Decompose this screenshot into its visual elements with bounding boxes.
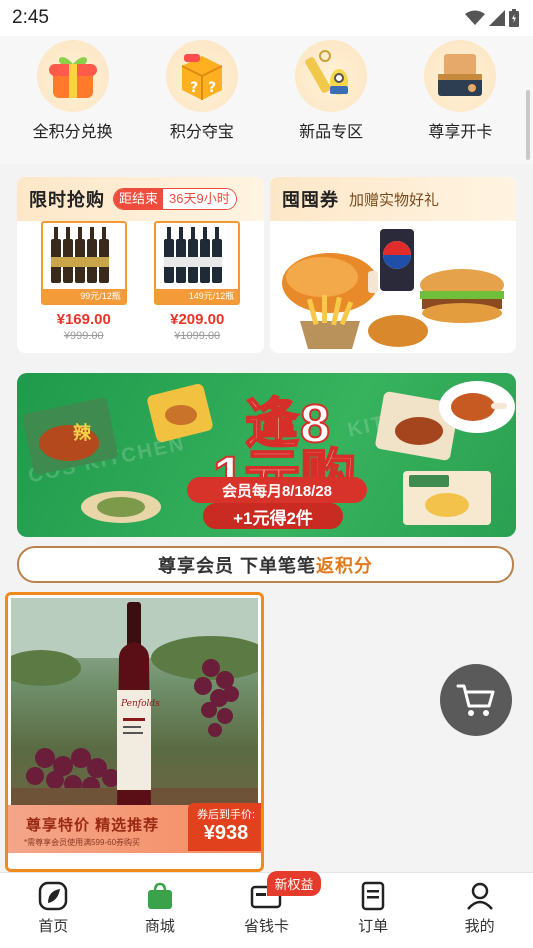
tab-label: 首页 (38, 918, 69, 935)
product-card[interactable]: Penfolds 尊享特价 精选推荐 *需尊享会员使用满599-60券购买 券后… (5, 592, 264, 872)
wine-bottles-image: 99元/12瓶 (40, 221, 127, 305)
wine-bottles-image: 149元/12瓶 (154, 221, 241, 305)
banner-offer: +1元得2件 (203, 503, 343, 529)
status-icons (465, 9, 519, 27)
chicken-bag-image (147, 383, 213, 443)
category-label: 新品专区 (299, 124, 364, 141)
tab-label: 我的 (464, 918, 495, 935)
mystery-box-icon: ? ? (165, 40, 238, 112)
gift-box-icon (36, 40, 109, 112)
chicken-leg-image (439, 381, 515, 433)
product-card-note: *需尊享会员使用满599-60券购买 (24, 838, 141, 847)
flash-sale-card[interactable]: 限时抢购 距结束 36天9小时 99元/12瓶 ¥169.00 ¥999.00 … (17, 177, 264, 353)
egg-tart-image (403, 471, 491, 525)
status-bar: 2:45 (0, 0, 533, 36)
battery-icon (509, 9, 519, 27)
flash-sale-product[interactable]: 99元/12瓶 ¥169.00 ¥999.00 (40, 221, 127, 342)
flash-sale-header: 限时抢购 距结束 36天9小时 (17, 177, 264, 221)
category-new-products[interactable]: 新品专区 (276, 40, 386, 164)
minion-keychain-icon (295, 40, 368, 112)
category-points-treasure[interactable]: ? ? 积分夺宝 (147, 40, 257, 164)
category-label: 尊享开卡 (428, 124, 493, 141)
product-price: ¥169.00 (56, 311, 111, 328)
promo-banner[interactable]: COS KITCHEN KITCHEN 辣 逢8 1元购 会员每月8/18/28… (17, 373, 516, 537)
product-price: ¥938 (203, 822, 249, 844)
banner-subtitle: 会员每月8/18/28 (187, 477, 367, 503)
member-card-icon (424, 40, 497, 112)
svg-text:Penfolds: Penfolds (120, 699, 160, 709)
wifi-icon (465, 10, 485, 25)
product-tag: 149元/12瓶 (156, 289, 239, 303)
countdown-timer: 距结束 36天9小时 (113, 188, 237, 210)
tab-label: 商城 (144, 918, 175, 935)
new-benefit-badge: 新权益 (267, 871, 321, 896)
price-label: 券后到手价: (196, 809, 256, 821)
cart-button[interactable] (440, 664, 512, 736)
coupon-subtitle: 加赠实物好礼 (349, 191, 440, 209)
food-package-image: 辣 (23, 397, 118, 475)
member-bar-text: 尊享会员 下单笔笔 (157, 555, 316, 576)
category-label: 全积分兑换 (32, 124, 113, 141)
tab-label: 订单 (358, 918, 389, 935)
category-label: 积分夺宝 (169, 124, 234, 141)
order-list-icon (361, 881, 385, 911)
svg-text:辣: 辣 (73, 422, 92, 444)
tab-home[interactable]: 首页 (8, 881, 98, 948)
product-card-tag: 尊享特价 精选推荐 (26, 817, 160, 834)
coupon-header: 囤囤券 加赠实物好礼 (270, 177, 516, 221)
bottom-tab-bar: 首页 商城 新权益 省钱卡 订单 我的 (0, 871, 533, 948)
flash-sale-products: 99元/12瓶 ¥169.00 ¥999.00 149元/12瓶 ¥209.00… (17, 221, 264, 342)
category-row: 全积分兑换 ? ? 积分夺宝 新品专区 尊享开卡 (0, 36, 533, 164)
flash-sale-title: 限时抢购 (29, 190, 105, 210)
member-bar-highlight: 返积分 (316, 555, 373, 576)
coupon-title: 囤囤券 (282, 190, 339, 210)
tab-label: 省钱卡 (243, 918, 289, 935)
cart-icon (456, 684, 495, 716)
scrollbar[interactable] (526, 90, 530, 160)
fast-food-image (282, 229, 504, 349)
home-icon (39, 881, 68, 911)
tab-saving-card[interactable]: 新权益 省钱卡 (221, 871, 321, 948)
product-tag: 99元/12瓶 (42, 289, 125, 303)
product-price-box: 券后到手价: ¥938 (188, 803, 261, 851)
signal-icon (489, 10, 505, 26)
tab-profile[interactable]: 我的 (435, 881, 525, 948)
tab-mall[interactable]: 商城 (115, 881, 205, 948)
user-icon (466, 882, 493, 910)
category-points-exchange[interactable]: 全积分兑换 (18, 40, 128, 164)
product-original-price: ¥1099.00 (174, 330, 221, 342)
svg-text:?: ? (208, 80, 216, 96)
countdown-label: 距结束 (114, 189, 164, 209)
category-member-card[interactable]: 尊享开卡 (405, 40, 515, 164)
member-points-bar[interactable]: 尊享会员 下单笔笔 返积分 (17, 546, 514, 583)
shopping-bag-icon (147, 882, 172, 909)
coupon-card[interactable]: 囤囤券 加赠实物好礼 (270, 177, 516, 353)
status-time: 2:45 (12, 7, 49, 28)
wrap-image (81, 491, 161, 523)
svg-text:?: ? (190, 80, 198, 96)
product-price: ¥209.00 (170, 311, 225, 328)
tab-orders[interactable]: 订单 (328, 881, 418, 948)
countdown-value: 36天9小时 (163, 189, 236, 209)
product-original-price: ¥999.00 (63, 330, 104, 342)
flash-sale-product[interactable]: 149元/12瓶 ¥209.00 ¥1099.00 (154, 221, 241, 342)
